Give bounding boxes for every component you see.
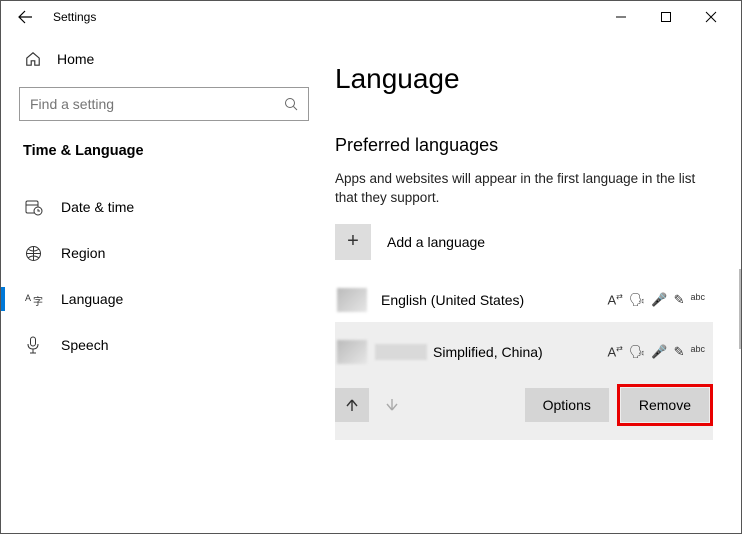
minimize-button[interactable] [598,2,643,32]
speech-icon: 🗣 [629,292,646,308]
section-description: Apps and websites will appear in the fir… [335,170,705,208]
language-item-english[interactable]: English (United States) A⇄ 🗣 🎤 ✎ abc [335,278,713,322]
speech-icon: 🗣 [629,344,646,360]
options-button[interactable]: Options [525,388,609,422]
back-button[interactable] [11,3,39,31]
handwriting-icon: ✎ [674,292,685,308]
language-flag-icon [337,340,367,364]
voice-icon: 🎤 [651,344,667,360]
remove-button[interactable]: Remove [621,388,709,422]
globe-icon [25,245,43,262]
close-icon [705,11,717,23]
svg-text:字: 字 [33,295,43,308]
move-down-button[interactable] [375,388,409,422]
app-title: Settings [53,10,96,24]
arrow-up-icon [345,398,359,412]
titlebar: Settings [1,1,741,33]
content-pane: Language Preferred languages Apps and we… [335,33,741,533]
redacted-text [375,344,427,360]
home-label: Home [57,51,94,67]
nav-label: Date & time [61,199,134,215]
language-actions: Options Remove [335,374,713,440]
sidebar: Home Time & Language Date & time Region … [1,33,335,533]
voice-icon: 🎤 [651,292,667,308]
search-box[interactable] [19,87,309,121]
search-icon [284,97,298,111]
nav-label: Region [61,245,105,261]
text-to-speech-icon: A⇄ [608,292,623,308]
text-to-speech-icon: A⇄ [608,344,623,360]
sidebar-item-language[interactable]: A字 Language [19,277,317,321]
svg-text:A: A [25,293,31,303]
language-icon: A字 [25,290,43,308]
section-heading: Preferred languages [335,135,713,156]
language-name: Simplified, China) [433,344,543,360]
language-name: English (United States) [381,292,524,308]
plus-icon: + [335,224,371,260]
section-title: Time & Language [23,143,317,159]
handwriting-icon: ✎ [674,344,685,360]
page-title: Language [335,63,713,95]
calendar-clock-icon [25,198,43,216]
home-link[interactable]: Home [25,51,317,67]
sidebar-item-speech[interactable]: Speech [19,323,317,367]
minimize-icon [615,11,627,23]
language-feature-icons: A⇄ 🗣 🎤 ✎ abc [608,292,706,308]
language-item-chinese[interactable]: Simplified, China) A⇄ 🗣 🎤 ✎ abc [335,322,713,374]
search-input[interactable] [30,96,284,112]
maximize-button[interactable] [643,2,688,32]
close-button[interactable] [688,2,733,32]
nav-label: Language [61,291,123,307]
microphone-icon [25,336,43,354]
nav-label: Speech [61,337,108,353]
home-icon [25,51,41,67]
add-language-button[interactable]: + Add a language [335,224,713,260]
spellcheck-icon: abc [690,344,705,360]
move-up-button[interactable] [335,388,369,422]
arrow-down-icon [385,398,399,412]
add-language-label: Add a language [387,234,485,250]
arrow-left-icon [17,9,33,25]
language-flag-icon [337,288,367,312]
scrollbar[interactable] [739,269,741,349]
sidebar-item-region[interactable]: Region [19,231,317,275]
spellcheck-icon: abc [690,292,705,308]
sidebar-item-date-time[interactable]: Date & time [19,185,317,229]
language-feature-icons: A⇄ 🗣 🎤 ✎ abc [608,344,706,360]
maximize-icon [660,11,672,23]
remove-highlight: Remove [617,384,713,426]
